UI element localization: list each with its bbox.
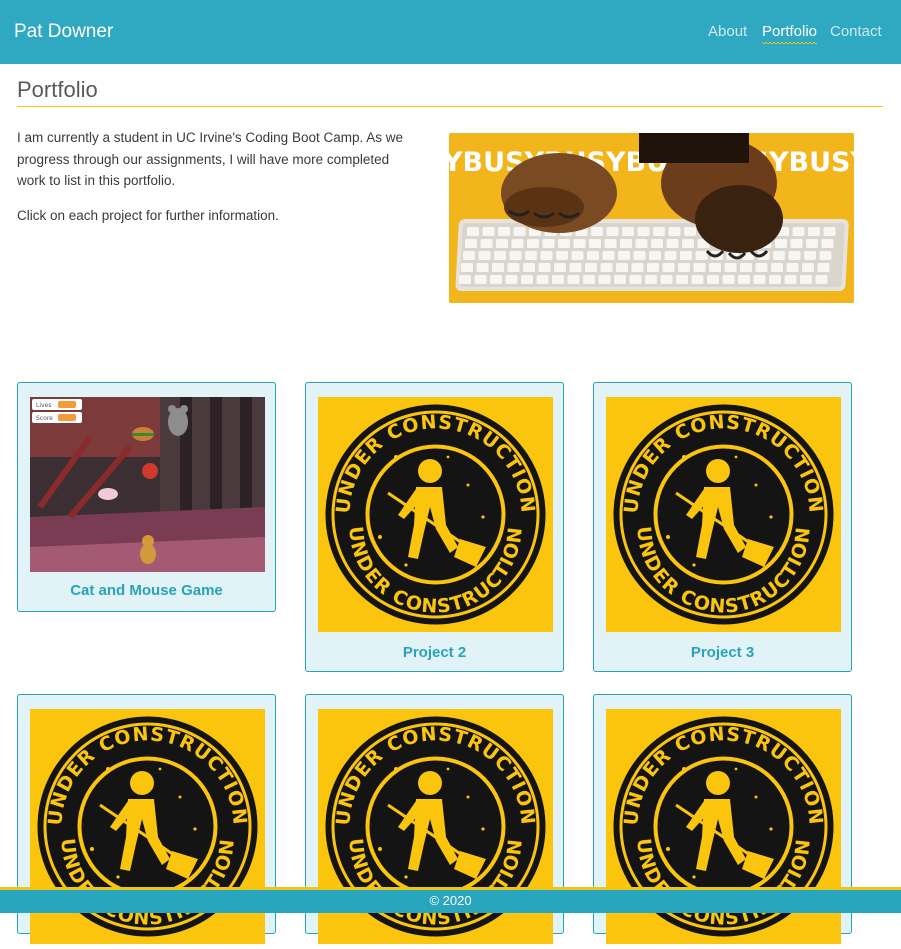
project-title[interactable]: Cat and Mouse Game	[18, 582, 275, 599]
intro-text: I am currently a student in UC Irvine's …	[17, 127, 417, 239]
project-card-project-3[interactable]: Project 3	[593, 382, 852, 672]
copyright-text: © 2020	[429, 893, 472, 908]
nav-link-portfolio[interactable]: Portfolio	[762, 23, 818, 46]
hero-image: YBUSYBUSYBUSYBUSYBUSYBUSYBUSYB	[449, 133, 854, 303]
nav-link-about[interactable]: About	[708, 23, 747, 41]
project-card-project-2[interactable]: Project 2	[305, 382, 564, 672]
footer: © 2020	[0, 887, 901, 913]
game-hud-score-label: Score	[36, 415, 53, 422]
game-hud-lives-label: Lives	[36, 402, 51, 409]
navbar: Pat Downer About Portfolio Contact	[0, 0, 901, 64]
intro-paragraph: I am currently a student in UC Irvine's …	[17, 130, 403, 188]
project-thumbnail[interactable]	[604, 395, 843, 634]
project-title[interactable]: Project 3	[594, 644, 851, 661]
under-construction-icon	[604, 395, 843, 634]
nav-link-contact[interactable]: Contact	[830, 23, 882, 41]
project-thumbnail[interactable]: Lives Score	[30, 397, 265, 572]
title-divider	[17, 106, 883, 107]
project-thumbnail[interactable]	[316, 395, 555, 634]
project-card-cat-and-mouse[interactable]: Lives Score Cat and Mouse Game	[17, 382, 276, 612]
page-title: Portfolio	[17, 77, 98, 102]
project-title[interactable]: Project 2	[306, 644, 563, 661]
under-construction-icon	[316, 395, 555, 634]
intro-paragraph: Click on each project for further inform…	[17, 207, 279, 223]
brand-name[interactable]: Pat Downer	[14, 20, 113, 44]
